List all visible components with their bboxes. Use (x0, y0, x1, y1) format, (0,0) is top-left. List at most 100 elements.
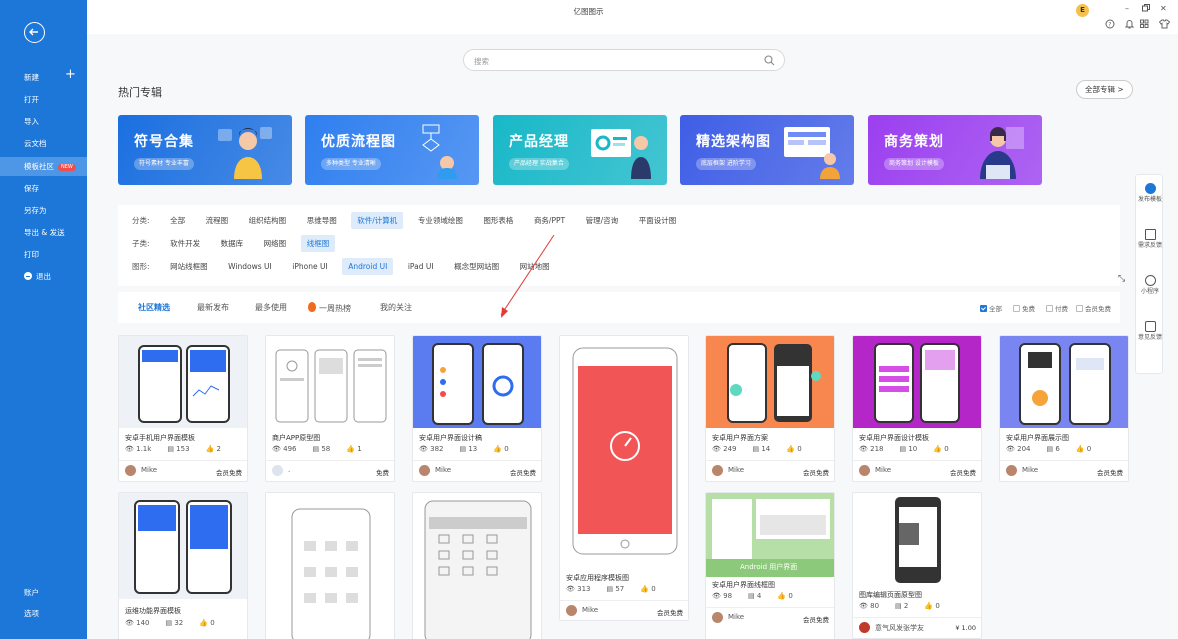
card-title: 图库编辑页面原型图 (859, 591, 922, 599)
filter-chip[interactable]: 网络图 (258, 235, 293, 252)
expand-icon[interactable]: ⤡ (1118, 274, 1125, 284)
close-button[interactable]: ✕ (1160, 4, 1167, 13)
search-input[interactable]: 搜索 (474, 56, 489, 67)
likes-icon: 👍 2 (205, 445, 221, 453)
user-avatar[interactable]: E (1076, 4, 1089, 17)
template-thumbnail (119, 493, 247, 599)
maximize-button[interactable] (1142, 4, 1150, 14)
filter-chip-selected[interactable]: 线框图 (300, 235, 336, 252)
sidebar-item-exit[interactable]: 退出 (0, 267, 87, 286)
template-card[interactable]: 安卓手机用户界面模板 👁 1.1k ▤ 153 👍 2 Mike 会员免费 (118, 335, 248, 482)
filter-chip[interactable]: 网站线框图 (164, 258, 214, 275)
filter-chip[interactable]: 专业领域绘图 (412, 212, 469, 229)
check-all[interactable]: 全部 (980, 303, 1002, 313)
banner-symbols[interactable]: 符号合集 符号素材 专业丰富 (118, 115, 292, 185)
check-member-free[interactable]: 会员免费 (1076, 303, 1111, 313)
filter-chip[interactable]: 数据库 (215, 235, 250, 252)
template-card[interactable]: 安卓用户界面设计模板 👁 218 ▤ 10 👍 0 Mike 会员免费 (852, 335, 982, 482)
filter-chip[interactable]: iPad UI (402, 258, 440, 275)
card-price: 免费 (376, 469, 389, 477)
template-card[interactable] (412, 492, 542, 639)
banner-architecture[interactable]: 精选架构图 底层框架 进阶学习 (680, 115, 854, 185)
sidebar-item-label: 打印 (24, 250, 39, 259)
sidebar-item-account[interactable]: 账户 (0, 583, 87, 602)
template-card[interactable]: 安卓用户界面设计稿 👁 382 ▤ 13 👍 0 Mike 会员免费 (412, 335, 542, 482)
apps-icon[interactable] (1140, 19, 1151, 31)
sidebar-item-save-as[interactable]: 另存为 (0, 201, 87, 220)
demand-feedback-button[interactable]: 需求反馈 (1136, 229, 1164, 250)
tab-latest[interactable]: 最新发布 (197, 302, 229, 313)
feedback-button[interactable]: 意见反馈 (1136, 321, 1164, 342)
tab-community-pick[interactable]: 社区精选 (138, 302, 170, 313)
card-author[interactable]: Mike (582, 606, 598, 614)
copies-count: 2 (903, 602, 909, 610)
sidebar-item-options[interactable]: 选项 (0, 604, 87, 623)
filter-chip-selected[interactable]: 软件/计算机 (351, 212, 404, 229)
filter-chip[interactable]: 平面设计图 (633, 212, 683, 229)
shirt-icon[interactable] (1158, 19, 1171, 31)
template-card[interactable]: Android 用户界面 安卓用户界面线框图 👁 98 ▤ 4 👍 0 Mike 会员… (705, 492, 835, 639)
filter-chip-selected[interactable]: Android UI (342, 258, 394, 275)
check-paid[interactable]: 付费 (1046, 303, 1068, 313)
likes-icon: 👍 0 (493, 445, 509, 453)
filter-chip[interactable]: 软件开发 (164, 235, 206, 252)
check-free[interactable]: 免费 (1013, 303, 1035, 313)
tab-following[interactable]: 我的关注 (380, 302, 412, 313)
sidebar-item-print[interactable]: 打印 (0, 245, 87, 264)
filter-chip[interactable]: 思维导图 (301, 212, 343, 229)
card-stats: 👁 218 ▤ 10 👍 0 (859, 445, 965, 453)
tab-most-used[interactable]: 最多使用 (255, 302, 287, 313)
help-icon[interactable]: ? (1105, 19, 1115, 31)
filter-chip[interactable]: 管理/咨询 (580, 212, 625, 229)
card-stats: 👁 382 ▤ 13 👍 0 (419, 445, 525, 453)
filter-chip[interactable]: 概念型网站图 (448, 258, 505, 275)
back-button[interactable] (24, 22, 45, 43)
minimize-button[interactable]: – (1125, 4, 1129, 13)
template-card[interactable]: 安卓应用程序模板图 👁 313 ▤ 57 👍 0 Mike 会员免费 (559, 335, 689, 621)
card-author[interactable]: Mike (728, 466, 744, 474)
filter-chip[interactable]: 商务/PPT (528, 212, 571, 229)
sidebar-item-cloud[interactable]: 云文档 (0, 134, 87, 153)
card-author[interactable]: Mike (141, 466, 157, 474)
bell-icon[interactable] (1124, 19, 1135, 31)
banner-flowchart[interactable]: 优质流程图 多种类型 专业清晰 (305, 115, 479, 185)
filter-chip[interactable]: Windows UI (222, 258, 278, 275)
sidebar-item-new[interactable]: 新建 (0, 68, 87, 87)
sidebar-item-import[interactable]: 导入 (0, 112, 87, 131)
template-card[interactable]: 商户APP原型图 👁 496 ▤ 58 👍 1 . 免费 (265, 335, 395, 482)
card-author[interactable]: Mike (875, 466, 891, 474)
filter-chip[interactable]: 图形表格 (477, 212, 519, 229)
card-author[interactable]: . (288, 466, 290, 474)
sidebar-item-export[interactable]: 导出 & 发送 (0, 223, 87, 242)
search-icon[interactable] (764, 55, 775, 66)
template-card[interactable]: 运维功能界面模板 👁 140 ▤ 32 👍 0 (118, 492, 248, 639)
tab-weekly-hot[interactable]: 一周热榜 (308, 302, 351, 314)
card-author[interactable]: 意气风发张学友 (875, 623, 924, 633)
card-footer: Mike 会员免费 (560, 600, 688, 620)
filter-chip[interactable]: 流程图 (200, 212, 235, 229)
all-albums-button[interactable]: 全部专辑 > (1076, 80, 1133, 99)
template-card[interactable]: 安卓用户界面展示图 👁 204 ▤ 6 👍 0 Mike 会员免费 (999, 335, 1129, 482)
filter-chip[interactable]: 全部 (164, 212, 191, 229)
filter-chip[interactable]: iPhone UI (286, 258, 333, 275)
sidebar-item-template-community[interactable]: 模板社区 NEW (0, 157, 87, 176)
template-card[interactable] (265, 492, 395, 639)
template-card[interactable]: 安卓用户界面方案 👁 249 ▤ 14 👍 0 Mike 会员免费 (705, 335, 835, 482)
banner-product-manager[interactable]: 产品经理 产品经理 实战集合 (493, 115, 667, 185)
search-box[interactable]: 搜索 (463, 49, 785, 71)
mini-program-button[interactable]: 小程序 (1136, 275, 1164, 296)
banner-business[interactable]: 商务策划 商务策划 设计模板 (868, 115, 1042, 185)
card-author[interactable]: Mike (728, 613, 744, 621)
template-card[interactable]: 图库编辑页面原型图 👁 80 ▤ 2 👍 0 意气风发张学友 ¥ 1.00 (852, 492, 982, 639)
card-author[interactable]: Mike (435, 466, 451, 474)
sidebar-item-save[interactable]: 保存 (0, 179, 87, 198)
card-stats: 👁 98 ▤ 4 👍 0 (712, 592, 809, 600)
card-author[interactable]: Mike (1022, 466, 1038, 474)
sidebar-item-open[interactable]: 打开 (0, 90, 87, 109)
views-count: 1.1k (136, 445, 152, 453)
publish-template-button[interactable]: 发布模板 (1136, 183, 1164, 204)
filter-chip[interactable]: 组织结构图 (243, 212, 293, 229)
template-thumbnail (1000, 336, 1128, 428)
filter-chip[interactable]: 网站地图 (514, 258, 556, 275)
views-icon: 👁 80 (859, 602, 880, 610)
